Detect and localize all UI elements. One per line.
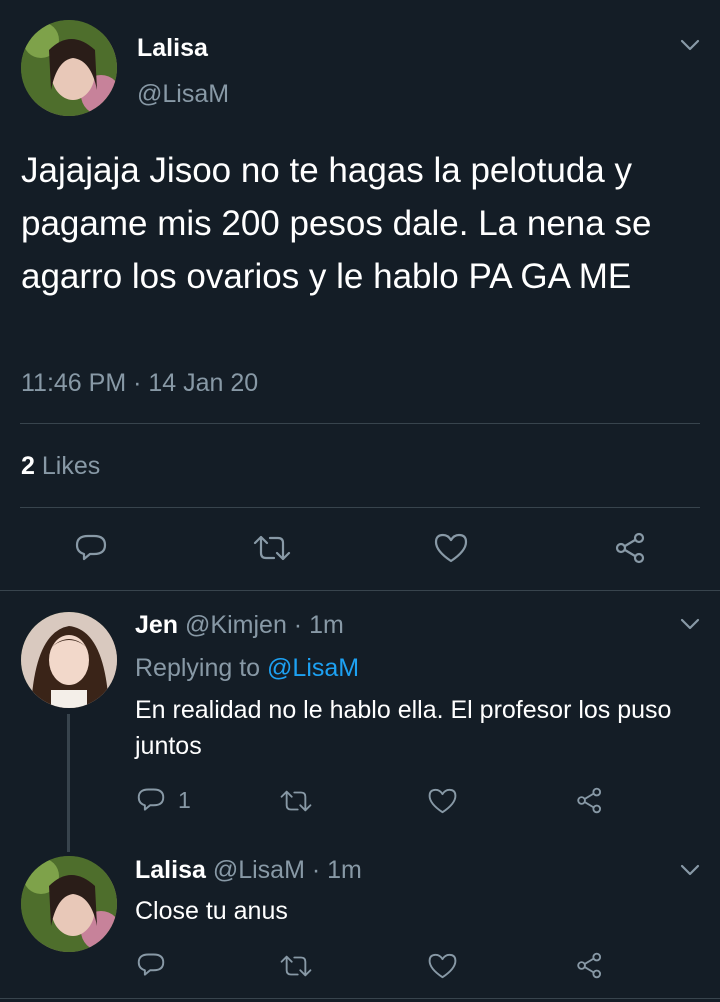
replying-to-handle[interactable]: @LisaM [267, 654, 359, 682]
display-name[interactable]: Lalisa [137, 34, 208, 63]
avatar[interactable] [21, 856, 117, 952]
reply-header: Jen @Kimjen · 1m [135, 611, 344, 640]
share-icon[interactable] [574, 786, 606, 815]
display-name[interactable]: Jen [135, 611, 178, 639]
reply-text: Close tu anus [135, 897, 288, 925]
chevron-down-icon[interactable] [679, 616, 701, 632]
replying-to-label: Replying to [135, 654, 261, 682]
reply-icon[interactable] [74, 532, 108, 564]
reply-count: 1 [178, 786, 191, 813]
handle[interactable]: @LisaM [213, 856, 305, 884]
divider [0, 590, 720, 591]
likes-label: Likes [41, 452, 101, 480]
heart-icon[interactable] [433, 532, 469, 564]
reply-time: · 1m [311, 856, 362, 884]
chevron-down-icon[interactable] [679, 862, 701, 878]
likes-stat[interactable]: 2 Likes [21, 452, 100, 481]
reply-icon[interactable] [136, 951, 166, 979]
retweet-icon[interactable] [279, 788, 313, 814]
likes-count: 2 [21, 452, 35, 480]
divider [20, 423, 700, 424]
display-name[interactable]: Lalisa [135, 856, 206, 884]
avatar[interactable] [21, 612, 117, 708]
share-icon[interactable] [574, 951, 606, 980]
divider [0, 998, 720, 999]
retweet-icon[interactable] [279, 953, 313, 979]
retweet-icon[interactable] [252, 533, 292, 563]
chevron-down-icon[interactable] [679, 37, 701, 53]
reply-text: En realidad no le hablo ella. El profeso… [135, 696, 672, 760]
reply-time: · 1m [293, 611, 344, 639]
reply-icon [136, 786, 166, 814]
thread-line [67, 714, 70, 852]
reply-button[interactable]: 1 [136, 786, 191, 814]
reply-header: Lalisa @LisaM · 1m [135, 856, 362, 885]
share-icon[interactable] [612, 531, 650, 565]
heart-icon[interactable] [427, 787, 458, 815]
handle[interactable]: @Kimjen [185, 611, 287, 639]
replying-to: Replying to @LisaM [135, 654, 359, 683]
divider [20, 507, 700, 508]
timestamp[interactable]: 11:46 PM · 14 Jan 20 [21, 369, 258, 398]
heart-icon[interactable] [427, 952, 458, 980]
tweet-text: Jajajaja Jisoo no te hagas la pelotuda y… [21, 151, 652, 296]
avatar[interactable] [21, 20, 117, 116]
handle[interactable]: @LisaM [137, 80, 229, 109]
